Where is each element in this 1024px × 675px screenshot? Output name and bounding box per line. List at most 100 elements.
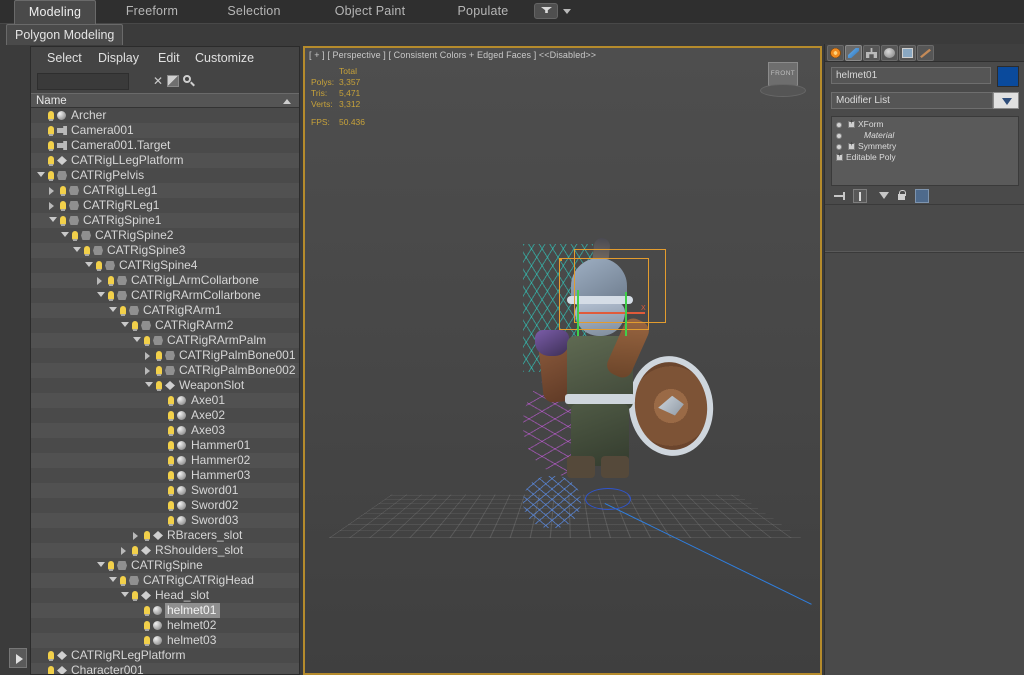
gizmo-z-axis[interactable] xyxy=(625,292,627,336)
view-cube-face[interactable]: FRONT xyxy=(768,62,798,86)
chevron-right-icon[interactable] xyxy=(133,532,138,540)
lightbulb-icon[interactable] xyxy=(156,365,162,376)
expand-plus-icon[interactable] xyxy=(848,119,855,128)
object-name-field[interactable]: helmet01 xyxy=(831,67,991,84)
modifier-stack[interactable]: XFormMaterialSymmetryEditable Poly xyxy=(831,116,1019,186)
viewport-label[interactable]: [ + ] [ Perspective ] [ Consistent Color… xyxy=(309,50,596,60)
lightbulb-icon[interactable] xyxy=(48,125,54,136)
chevron-down-icon[interactable] xyxy=(49,217,57,222)
list-item[interactable]: helmet02 xyxy=(31,618,299,633)
list-item[interactable]: Hammer03 xyxy=(31,468,299,483)
chevron-down-icon[interactable] xyxy=(563,9,571,14)
list-item[interactable]: CATRigPalmBone002 xyxy=(31,363,299,378)
list-item[interactable]: Sword01 xyxy=(31,483,299,498)
lightbulb-icon[interactable] xyxy=(108,560,114,571)
chevron-down-icon[interactable] xyxy=(97,292,105,297)
lightbulb-icon[interactable] xyxy=(48,170,54,181)
list-item[interactable]: Character001 xyxy=(31,663,299,674)
expand-panel-button[interactable] xyxy=(9,648,27,668)
lightbulb-icon[interactable] xyxy=(168,455,174,466)
chevron-down-icon[interactable] xyxy=(73,247,81,252)
list-item[interactable]: CATRigSpine2 xyxy=(31,228,299,243)
column-header-name[interactable]: Name xyxy=(31,93,299,108)
list-item[interactable]: Axe01 xyxy=(31,393,299,408)
lightbulb-icon[interactable] xyxy=(168,440,174,451)
tab-polygon-modeling[interactable]: Polygon Modeling xyxy=(6,24,124,45)
list-item[interactable]: RBracers_slot xyxy=(31,528,299,543)
list-item[interactable]: CATRigSpine4 xyxy=(31,258,299,273)
lightbulb-icon[interactable] xyxy=(60,185,66,196)
lightbulb-icon[interactable] xyxy=(48,665,54,674)
display-tab[interactable] xyxy=(899,45,916,61)
lightbulb-icon[interactable] xyxy=(48,155,54,166)
lightbulb-icon[interactable] xyxy=(96,260,102,271)
chevron-right-icon[interactable] xyxy=(49,187,54,195)
lightbulb-icon[interactable] xyxy=(144,605,150,616)
view-cube-compass-ring[interactable] xyxy=(760,84,806,97)
lightbulb-icon[interactable] xyxy=(84,245,90,256)
expand-plus-icon[interactable] xyxy=(848,141,855,150)
lightbulb-icon[interactable] xyxy=(168,470,174,481)
lightbulb-icon[interactable] xyxy=(168,425,174,436)
list-item[interactable]: Hammer02 xyxy=(31,453,299,468)
show-end-result-button[interactable] xyxy=(853,189,867,203)
chevron-down-icon[interactable] xyxy=(109,307,117,312)
lightbulb-icon[interactable] xyxy=(48,110,54,121)
viewport-perspective[interactable]: X [ + ] [ Perspective ] [ Consistent Col… xyxy=(303,46,822,675)
funnel-icon[interactable] xyxy=(534,3,558,19)
chevron-down-icon[interactable] xyxy=(121,592,129,597)
lightbulb-icon[interactable] xyxy=(48,140,54,151)
transform-gizmo[interactable]: X xyxy=(569,288,646,336)
ribbon-tab-object-paint[interactable]: Object Paint xyxy=(322,0,418,24)
list-item[interactable]: Hammer01 xyxy=(31,438,299,453)
lightbulb-icon[interactable] xyxy=(48,650,54,661)
utilities-tab[interactable] xyxy=(917,45,934,61)
lightbulb-icon[interactable] xyxy=(168,515,174,526)
eye-icon[interactable] xyxy=(836,121,842,128)
search-icon[interactable] xyxy=(183,75,191,83)
toggle-panel-icon[interactable] xyxy=(167,75,179,87)
ribbon-tab-populate[interactable]: Populate xyxy=(444,0,522,24)
lightbulb-icon[interactable] xyxy=(168,395,174,406)
modifier-stack-item[interactable]: Editable Poly xyxy=(832,152,1018,163)
lightbulb-icon[interactable] xyxy=(168,500,174,511)
list-item[interactable]: CATRigSpine3 xyxy=(31,243,299,258)
motion-tab[interactable] xyxy=(881,45,898,61)
modifier-list-dropdown[interactable]: Modifier List xyxy=(831,92,993,109)
lightbulb-icon[interactable] xyxy=(72,230,78,241)
lightbulb-icon[interactable] xyxy=(168,485,174,496)
list-item[interactable]: CATRigLLegPlatform xyxy=(31,153,299,168)
chevron-right-icon[interactable] xyxy=(145,352,150,360)
lightbulb-icon[interactable] xyxy=(156,350,162,361)
lightbulb-icon[interactable] xyxy=(144,335,150,346)
list-item[interactable]: WeaponSlot xyxy=(31,378,299,393)
chevron-down-icon[interactable] xyxy=(133,337,141,342)
list-item[interactable]: Archer xyxy=(31,108,299,123)
lightbulb-icon[interactable] xyxy=(132,320,138,331)
view-cube[interactable]: FRONT xyxy=(760,62,806,100)
list-item[interactable]: Camera001.Target xyxy=(31,138,299,153)
lightbulb-icon[interactable] xyxy=(120,575,126,586)
ribbon-tab-modeling[interactable]: Modeling xyxy=(14,0,96,24)
list-item[interactable]: Sword02 xyxy=(31,498,299,513)
list-item[interactable]: Sword03 xyxy=(31,513,299,528)
list-item[interactable]: helmet01 xyxy=(31,603,299,618)
modifier-stack-item[interactable]: XForm xyxy=(832,119,1018,130)
modifier-stack-item[interactable]: Material xyxy=(832,130,1018,141)
chevron-down-icon[interactable] xyxy=(121,322,129,327)
chevron-down-icon[interactable] xyxy=(993,92,1019,109)
menu-select[interactable]: Select xyxy=(47,51,82,65)
lightbulb-icon[interactable] xyxy=(132,590,138,601)
chevron-right-icon[interactable] xyxy=(121,547,126,555)
list-item[interactable]: CATRigPalmBone001 xyxy=(31,348,299,363)
list-item[interactable]: CATRigRLeg1 xyxy=(31,198,299,213)
ribbon-tab-selection[interactable]: Selection xyxy=(214,0,294,24)
gizmo-y-axis[interactable] xyxy=(577,290,579,336)
remove-modifier-button[interactable] xyxy=(895,189,907,203)
list-item[interactable]: CATRigLArmCollarbone xyxy=(31,273,299,288)
chevron-down-icon[interactable] xyxy=(97,562,105,567)
ribbon-tab-freeform[interactable]: Freeform xyxy=(112,0,192,24)
viewport-canvas[interactable]: X [ + ] [ Perspective ] [ Consistent Col… xyxy=(305,48,820,673)
make-unique-button[interactable] xyxy=(877,189,891,203)
lightbulb-icon[interactable] xyxy=(120,305,126,316)
